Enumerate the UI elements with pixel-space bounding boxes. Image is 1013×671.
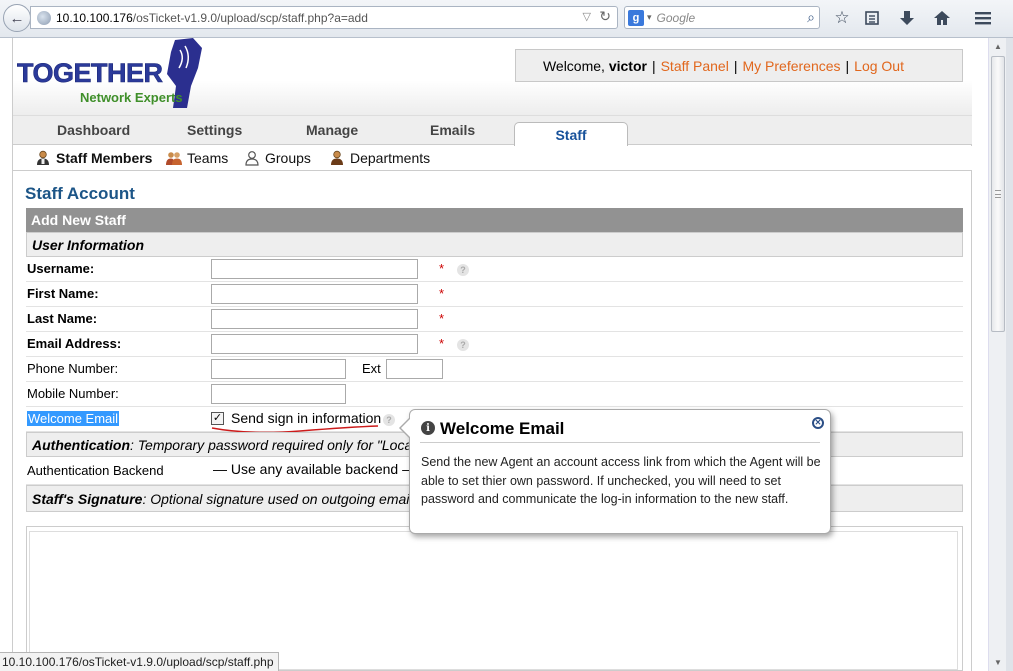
home-icon[interactable] [931, 7, 953, 29]
menu-icon[interactable] [972, 7, 994, 29]
sub-nav: Staff Members Teams Groups Departments [13, 146, 972, 171]
ext-label: Ext [362, 361, 381, 376]
welcome-email-label: Welcome Email [27, 411, 120, 426]
search-engine-dropdown-icon[interactable]: ▾ [647, 12, 652, 23]
main-nav: Dashboard Settings Manage Emails Staff [13, 115, 972, 147]
bookmark-star-icon[interactable]: ☆ [831, 7, 853, 29]
subnav-groups[interactable]: Groups [244, 150, 311, 166]
mobile-label: Mobile Number: [27, 386, 119, 401]
last-name-label: Last Name: [27, 311, 98, 326]
search-input[interactable]: g ▾ Google ⌕ [624, 6, 820, 29]
globe-icon [37, 10, 51, 25]
departments-icon [329, 150, 345, 166]
bookmarks-list-icon[interactable] [861, 7, 883, 29]
ext-input[interactable] [386, 359, 443, 379]
tooltip-body: Send the new Agent an account access lin… [421, 455, 821, 506]
welcome-prefix: Welcome, [542, 57, 609, 74]
first-name-label: First Name: [27, 286, 99, 301]
last-name-input[interactable] [211, 309, 418, 329]
welcome-email-tooltip: i Welcome Email ✕ Send the new Agent an … [399, 409, 831, 534]
tab-dashboard[interactable]: Dashboard [57, 122, 130, 138]
row-mobile: Mobile Number: [26, 382, 963, 407]
email-input[interactable] [211, 334, 418, 354]
section-user-information: User Information [26, 232, 963, 257]
row-username: Username: * ? [26, 257, 963, 282]
required-mark: * [439, 336, 445, 351]
browser-toolbar: ← 10.10.100.176/osTicket-v1.9.0/upload/s… [0, 0, 1013, 38]
page-title: Staff Account [25, 184, 135, 203]
url-text: 10.10.100.176/osTicket-v1.9.0/upload/scp… [56, 10, 368, 25]
phone-label: Phone Number: [27, 361, 119, 376]
back-arrow-icon[interactable]: ← [3, 4, 31, 32]
url-dropdown-icon[interactable]: ▽ [583, 10, 591, 23]
site-header: TOGETHER Network Experts Welcome, victor… [13, 38, 972, 115]
form-header: Add New Staff [26, 208, 963, 232]
username-label: Username: [27, 261, 95, 276]
staff-panel-link[interactable]: Staff Panel [661, 58, 729, 74]
auth-backend-select[interactable]: — Use any available backend — [211, 461, 411, 481]
close-icon[interactable]: ✕ [812, 417, 824, 429]
subnav-departments[interactable]: Departments [329, 150, 430, 166]
scroll-up-arrow-icon[interactable]: ▲ [989, 38, 1007, 55]
tab-staff[interactable]: Staff [514, 122, 628, 147]
logo-subtitle: Network Experts [80, 90, 183, 105]
tab-settings[interactable]: Settings [187, 122, 242, 138]
required-mark: * [439, 286, 445, 301]
mobile-input[interactable] [211, 384, 346, 404]
required-mark: * [439, 311, 445, 326]
google-icon: g [628, 9, 644, 26]
address-bar[interactable]: 10.10.100.176/osTicket-v1.9.0/upload/scp… [30, 6, 618, 29]
status-bar: 10.10.100.176/osTicket-v1.9.0/upload/scp… [0, 652, 279, 671]
scroll-down-arrow-icon[interactable]: ▼ [989, 654, 1007, 671]
subnav-staff-members[interactable]: Staff Members [35, 150, 152, 166]
tab-manage[interactable]: Manage [306, 122, 358, 138]
groups-icon [244, 150, 260, 166]
vertical-scrollbar[interactable]: ▲ ▼ [988, 38, 1006, 671]
row-last-name: Last Name: * [26, 307, 963, 332]
page-container: TOGETHER Network Experts Welcome, victor… [12, 38, 972, 671]
subnav-teams[interactable]: Teams [166, 150, 228, 166]
help-icon[interactable]: ? [383, 414, 395, 426]
username-input[interactable] [211, 259, 418, 279]
log-out-link[interactable]: Log Out [854, 58, 904, 74]
row-phone: Phone Number: Ext [26, 357, 963, 382]
teams-icon [166, 150, 182, 166]
welcome-bar: Welcome, victor | Staff Panel | My Prefere… [515, 49, 963, 82]
signature-textarea[interactable] [29, 531, 958, 670]
row-first-name: First Name: * [26, 282, 963, 307]
reload-icon[interactable]: ↻ [599, 8, 611, 25]
auth-backend-label: Authentication Backend [27, 463, 164, 478]
my-preferences-link[interactable]: My Preferences [742, 58, 840, 74]
row-email: Email Address: * ? [26, 332, 963, 357]
tab-emails[interactable]: Emails [430, 122, 475, 138]
required-mark: * [439, 261, 445, 276]
welcome-username: victor [608, 57, 647, 74]
info-icon: i [421, 421, 435, 435]
search-placeholder: Google [656, 10, 696, 25]
first-name-input[interactable] [211, 284, 418, 304]
scrollbar-thumb[interactable] [991, 56, 1005, 332]
staff-member-icon [35, 150, 51, 166]
download-icon[interactable] [896, 7, 918, 29]
help-icon[interactable]: ? [457, 339, 469, 351]
logo-title: TOGETHER [17, 58, 163, 88]
together-logo[interactable]: TOGETHER Network Experts [15, 38, 205, 111]
phone-input[interactable] [211, 359, 346, 379]
tooltip-title: Welcome Email [440, 419, 565, 438]
search-icon[interactable]: ⌕ [807, 9, 815, 26]
signature-editor [26, 526, 963, 671]
email-label: Email Address: [27, 336, 122, 351]
help-icon[interactable]: ? [457, 264, 469, 276]
